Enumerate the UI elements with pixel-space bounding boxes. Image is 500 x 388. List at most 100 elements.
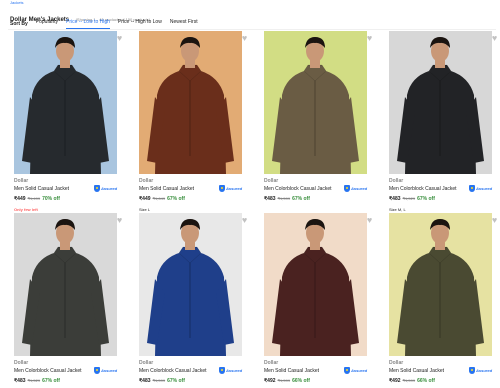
product-image-frame[interactable] [14, 31, 117, 174]
wishlist-heart-icon[interactable]: ♥ [365, 34, 374, 43]
breadcrumb[interactable]: Jackets [10, 0, 24, 5]
available-sizes: Size L [139, 207, 151, 212]
assured-shield-icon [469, 185, 475, 192]
product-card[interactable] [264, 31, 372, 174]
discount-percent: 67% off [167, 196, 185, 202]
price-row: ₹492 ₹1,599 66% off [264, 378, 310, 384]
product-image [139, 31, 242, 174]
price-row: ₹483 ₹1,599 67% off [139, 378, 185, 384]
assured-label: Assured [351, 186, 368, 191]
product-card[interactable] [264, 213, 372, 356]
selling-price: ₹483 [264, 196, 276, 202]
wishlist-heart-icon[interactable]: ♥ [490, 34, 499, 43]
assured-badge: Assured [469, 367, 493, 374]
product-title[interactable]: Men Solid Casual Jacket [139, 186, 194, 192]
assured-label: Assured [226, 186, 243, 191]
discount-percent: 67% off [167, 378, 185, 384]
product-image [264, 213, 367, 356]
product-image-frame[interactable] [389, 31, 492, 174]
price-row: ₹483 ₹1,599 67% off [264, 196, 310, 202]
assured-badge: Assured [94, 185, 117, 192]
product-brand: Dollar [389, 360, 404, 366]
wishlist-heart-icon[interactable]: ♥ [240, 216, 249, 225]
price-row: ₹492 ₹1,599 66% off [389, 378, 435, 384]
selling-price: ₹483 [139, 378, 151, 384]
assured-label: Assured [226, 368, 243, 373]
assured-shield-icon [469, 367, 475, 374]
product-card[interactable] [14, 31, 122, 174]
product-brand: Dollar [264, 178, 279, 184]
discount-percent: 67% off [292, 196, 310, 202]
assured-label: Assured [476, 186, 493, 191]
assured-badge: Assured [344, 185, 368, 192]
product-title[interactable]: Men Solid Casual Jacket [389, 368, 444, 374]
product-card[interactable] [389, 31, 497, 174]
selling-price: ₹483 [389, 196, 401, 202]
product-title[interactable]: Men Solid Casual Jacket [14, 186, 69, 192]
product-brand: Dollar [389, 178, 404, 184]
assured-label: Assured [351, 368, 368, 373]
selling-price: ₹492 [389, 378, 401, 384]
sort-option-price-high-low[interactable]: Price -- High to Low [118, 18, 162, 29]
product-image [139, 213, 242, 356]
product-card[interactable] [14, 213, 122, 356]
wishlist-heart-icon[interactable]: ♥ [115, 216, 124, 225]
product-image [389, 213, 492, 356]
original-price: ₹1,599 [402, 378, 416, 383]
product-title[interactable]: Men Solid Casual Jacket [264, 368, 319, 374]
product-title[interactable]: Men Colorblock Casual Jacket [264, 186, 332, 192]
discount-percent: 66% off [417, 378, 435, 384]
discount-percent: 66% off [292, 378, 310, 384]
original-price: ₹1,599 [277, 378, 291, 383]
original-price: ₹1,529 [27, 378, 41, 383]
product-title[interactable]: Men Colorblock Casual Jacket [14, 368, 82, 374]
discount-percent: 70% off [42, 196, 60, 202]
assured-label: Assured [476, 368, 493, 373]
assured-shield-icon [219, 185, 225, 192]
assured-badge: Assured [219, 185, 243, 192]
product-brand: Dollar [139, 178, 154, 184]
product-title[interactable]: Men Colorblock Casual Jacket [139, 368, 207, 374]
product-brand: Dollar [14, 178, 29, 184]
wishlist-heart-icon[interactable]: ♥ [115, 34, 124, 43]
price-row: ₹449 ₹1,499 70% off [14, 196, 60, 202]
assured-shield-icon [344, 185, 350, 192]
product-image-frame[interactable] [264, 213, 367, 356]
product-image-frame[interactable] [389, 213, 492, 356]
wishlist-heart-icon[interactable]: ♥ [490, 216, 499, 225]
price-row: ₹483 ₹1,529 67% off [389, 196, 435, 202]
product-image-frame[interactable] [139, 31, 242, 174]
sort-option-price-low-high[interactable]: Price -- Low to High [66, 18, 110, 29]
original-price: ₹1,529 [402, 196, 416, 201]
selling-price: ₹492 [264, 378, 276, 384]
product-card[interactable] [389, 213, 497, 356]
discount-percent: 67% off [42, 378, 60, 384]
assured-shield-icon [344, 367, 350, 374]
product-image-frame[interactable] [14, 213, 117, 356]
divider [8, 29, 496, 30]
product-brand: Dollar [264, 360, 279, 366]
available-sizes: Size M, L [389, 207, 406, 212]
wishlist-heart-icon[interactable]: ♥ [240, 34, 249, 43]
original-price: ₹1,599 [152, 378, 166, 383]
selling-price: ₹449 [139, 196, 151, 202]
product-brand: Dollar [139, 360, 154, 366]
sort-label: Sort By [10, 20, 28, 27]
assured-shield-icon [94, 367, 100, 374]
assured-badge: Assured [219, 367, 243, 374]
product-image-frame[interactable] [264, 31, 367, 174]
sort-option-popularity[interactable]: Popularity [36, 18, 58, 29]
assured-badge: Assured [469, 185, 493, 192]
product-card[interactable] [139, 31, 247, 174]
wishlist-heart-icon[interactable]: ♥ [365, 216, 374, 225]
sort-option-newest[interactable]: Newest First [170, 18, 198, 29]
product-image [389, 31, 492, 174]
product-image-frame[interactable] [139, 213, 242, 356]
product-card[interactable] [139, 213, 247, 356]
product-title[interactable]: Men Colorblock Casual Jacket [389, 186, 457, 192]
assured-shield-icon [219, 367, 225, 374]
original-price: ₹1,599 [277, 196, 291, 201]
product-image [14, 31, 117, 174]
selling-price: ₹483 [14, 378, 26, 384]
selling-price: ₹449 [14, 196, 26, 202]
